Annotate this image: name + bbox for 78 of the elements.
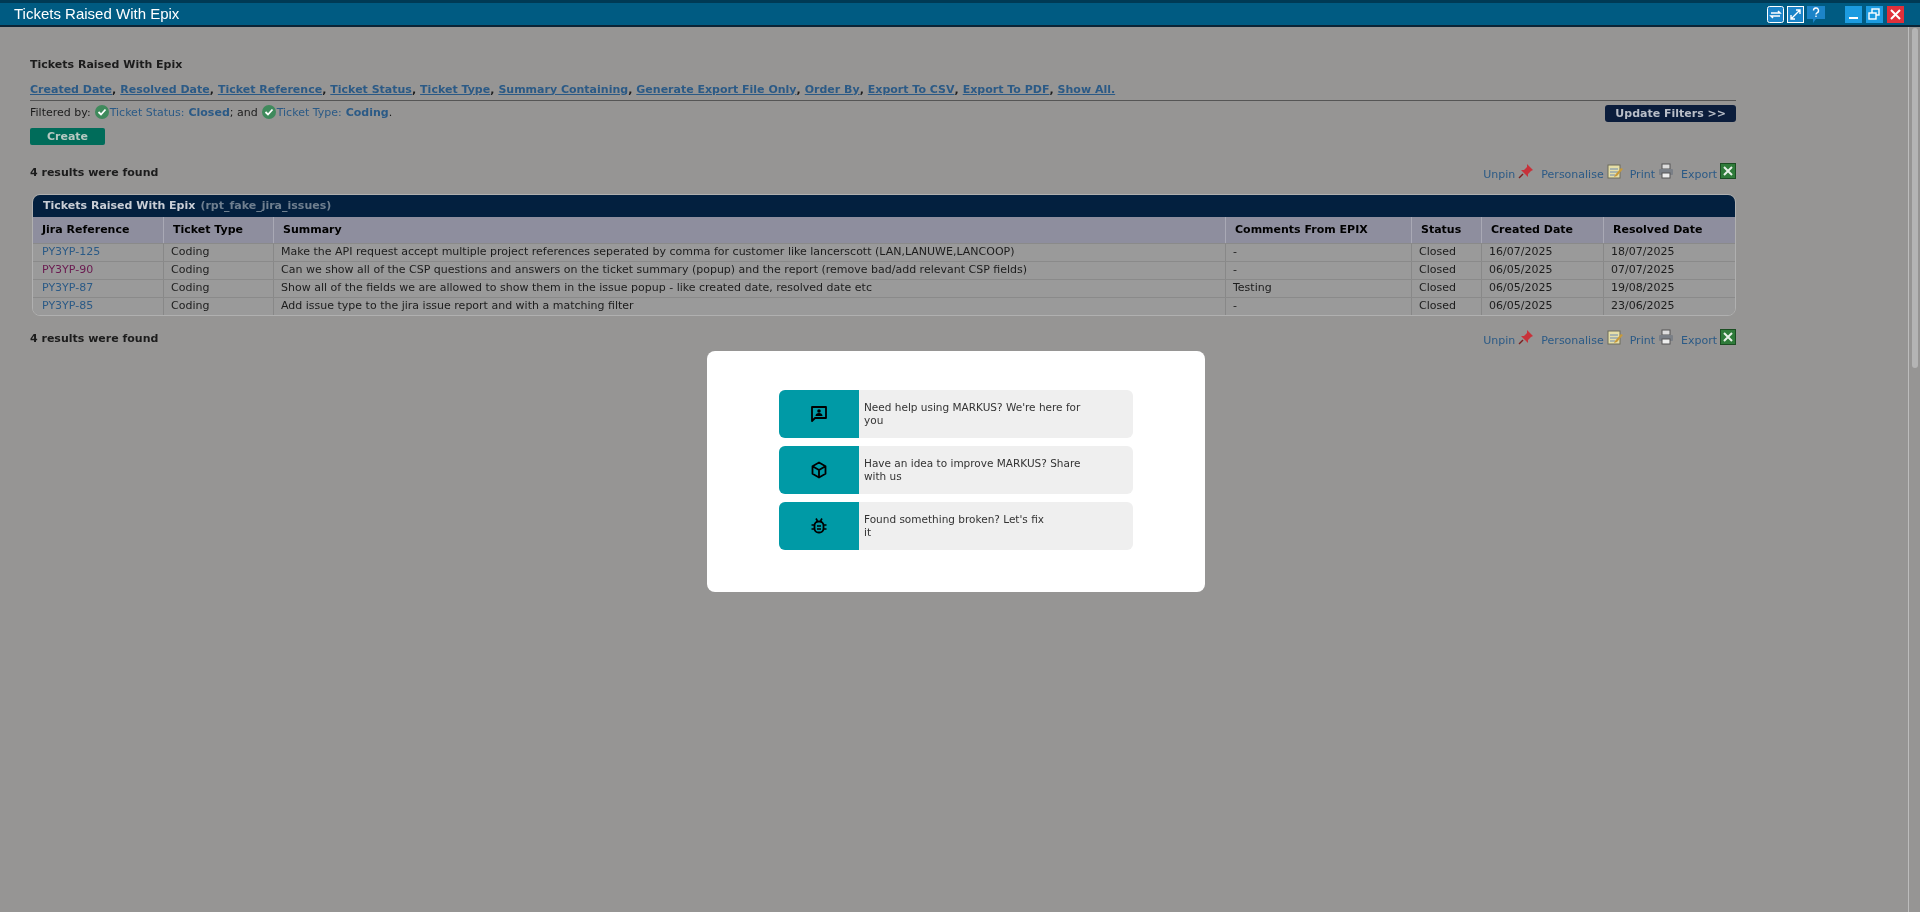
close-button[interactable]: [1887, 5, 1904, 23]
filter-link[interactable]: Ticket Status:: [109, 105, 185, 122]
table-cell: Coding: [163, 298, 273, 315]
filter-value: Coding: [345, 105, 389, 122]
scrollbar[interactable]: [1908, 27, 1920, 912]
toolbar-link[interactable]: Unpin: [1483, 166, 1516, 183]
minimize-button[interactable]: [1845, 5, 1862, 23]
table-cell: 23/06/2025: [1603, 298, 1735, 315]
dialog-option[interactable]: Need help using MARKUS? We're here for you: [779, 390, 1133, 438]
spreadsheet-icon: [1720, 163, 1736, 179]
create-button[interactable]: Create: [30, 128, 105, 145]
table-cell: Add issue type to the jira issue report and with a matching filter: [273, 298, 1225, 315]
separator-text: ,: [1049, 81, 1054, 98]
separator-text: ,: [628, 81, 633, 98]
swap-icon[interactable]: [1767, 5, 1784, 23]
separator-text: ,: [954, 81, 959, 98]
scrollbar-thumb[interactable]: [1911, 28, 1918, 368]
filter-link[interactable]: Resolved Date: [120, 81, 210, 98]
results-count: 4 results were found: [30, 330, 159, 347]
filter-link[interactable]: Ticket Reference: [217, 81, 323, 98]
restore-button[interactable]: [1866, 5, 1883, 23]
help-icon[interactable]: [1807, 5, 1825, 23]
update-filters-button[interactable]: Update Filters >>: [1605, 105, 1736, 122]
table-cell: -: [1225, 298, 1411, 315]
separator-text: .: [388, 105, 393, 122]
separator-text: ; and: [229, 105, 258, 122]
bug-icon: [810, 517, 828, 535]
ticket-link[interactable]: PY3YP-87: [42, 280, 94, 297]
spreadsheet-icon: [1720, 329, 1736, 345]
pin-icon: [1518, 163, 1535, 179]
toolbar-link[interactable]: Print: [1629, 166, 1655, 183]
filter-link[interactable]: Export To PDF: [962, 81, 1050, 98]
separator-text: ,: [411, 81, 417, 98]
printer-icon: [1658, 163, 1674, 179]
filter-link[interactable]: Order By: [804, 81, 860, 98]
check-icon: [94, 105, 109, 119]
filter-link[interactable]: Generate Export File Only: [636, 81, 797, 98]
toolbar-link[interactable]: Personalise: [1541, 166, 1604, 183]
check-icon: [261, 105, 276, 119]
dialog-option[interactable]: Found something broken? Let's fix it: [779, 502, 1133, 550]
results-count: 4 results were found: [30, 164, 159, 181]
page-title: Tickets Raised With Epix: [30, 57, 184, 73]
cube-icon: [810, 461, 828, 479]
ticket-link[interactable]: PY3YP-85: [42, 298, 94, 315]
separator-text: ,: [112, 81, 117, 98]
toolbar-link[interactable]: Print: [1629, 332, 1655, 349]
filter-link[interactable]: Ticket Type: [420, 81, 491, 98]
window-title: Tickets Raised With Epix: [14, 3, 180, 24]
toolbar-link[interactable]: Export: [1681, 332, 1717, 349]
filter-link[interactable]: Show All.: [1057, 81, 1116, 98]
ticket-link[interactable]: PY3YP-90: [42, 262, 94, 279]
toolbar-link[interactable]: Personalise: [1541, 332, 1604, 349]
expand-icon[interactable]: [1787, 5, 1804, 23]
filter-link[interactable]: Ticket Type:: [276, 105, 342, 122]
separator-text: ,: [490, 81, 495, 98]
dialog-option[interactable]: Have an idea to improve MARKUS? Share with us: [779, 446, 1133, 494]
table-title: Tickets Raised With Epix: [43, 197, 196, 214]
edit-icon: [1606, 329, 1623, 345]
toolbar-link[interactable]: Export: [1681, 166, 1717, 183]
table-cell: Closed: [1411, 298, 1481, 315]
column-header: Jira Reference: [40, 221, 131, 238]
filter-link[interactable]: Export To CSV: [867, 81, 955, 98]
edit-icon: [1606, 163, 1623, 179]
filter-link[interactable]: Ticket Status: [330, 81, 412, 98]
printer-icon: [1658, 329, 1674, 345]
separator-text: ,: [796, 81, 801, 98]
filter-link[interactable]: Summary Containing: [498, 81, 629, 98]
separator-text: ,: [322, 81, 327, 98]
pin-icon: [1518, 329, 1535, 345]
separator-text: ,: [209, 81, 214, 98]
separator-text: ,: [859, 81, 864, 98]
toolbar-link[interactable]: Unpin: [1483, 332, 1516, 349]
chat-person-icon: [810, 405, 828, 423]
filter-label: Filtered by:: [30, 105, 91, 122]
filter-value: Closed: [188, 105, 230, 122]
ticket-link[interactable]: PY3YP-125: [42, 244, 101, 261]
table-cell: 06/05/2025: [1481, 298, 1603, 315]
table-subtitle: (rpt_fake_jira_issues): [200, 197, 332, 214]
